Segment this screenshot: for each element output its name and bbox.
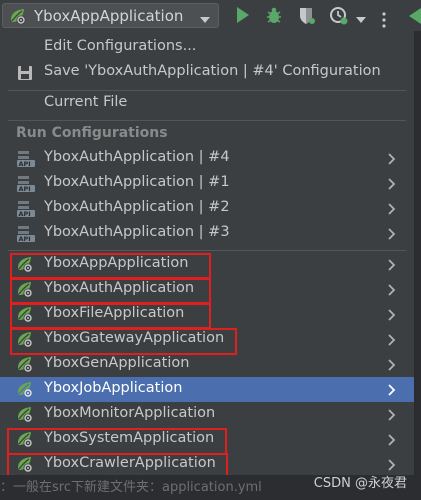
chevron-right-icon (388, 384, 396, 400)
coverage-icon[interactable] (298, 6, 316, 30)
more-actions-icon[interactable] (382, 12, 386, 32)
api-config-icon: API (16, 200, 36, 222)
menu-item-label: Edit Configurations... (44, 38, 197, 54)
spring-boot-icon (16, 381, 34, 402)
menu-item-spring-config[interactable]: YboxGenApplication (0, 352, 414, 377)
menu-item-label: Save 'YboxAuthApplication | #4' Configur… (44, 63, 381, 79)
chevron-right-icon (388, 153, 396, 169)
menu-item-api-config[interactable]: API YboxAuthApplication | #2 (0, 196, 414, 221)
menu-item-label: YboxJobApplication (44, 380, 183, 396)
api-config-icon: API (16, 150, 36, 172)
svg-text:API: API (19, 160, 31, 168)
menu-item-current-file[interactable]: Current File (0, 91, 414, 116)
svg-text:API: API (19, 185, 31, 193)
menu-item-save-configuration[interactable]: Save 'YboxAuthApplication | #4' Configur… (0, 60, 414, 85)
spring-boot-icon (9, 8, 27, 29)
editor-background (414, 31, 421, 475)
toolbar: YboxAppApplication (0, 0, 421, 32)
chevron-right-icon (388, 359, 396, 375)
chevron-right-icon (388, 178, 396, 194)
build-icon[interactable] (409, 8, 421, 28)
api-config-icon: API (16, 225, 36, 247)
chevron-right-icon (388, 203, 396, 219)
highlight-box (10, 303, 211, 329)
chevron-right-icon (388, 334, 396, 350)
run-config-selector[interactable]: YboxAppApplication (2, 3, 219, 28)
dropdown-caret-icon[interactable] (356, 12, 366, 28)
chevron-right-icon (388, 284, 396, 300)
section-header-run-configurations: Run Configurations (16, 125, 168, 141)
menu-item-label: YboxGenApplication (44, 355, 190, 371)
menu-item-label: YboxAuthApplication | #2 (44, 199, 230, 215)
menu-item-label: Current File (44, 94, 128, 110)
menu-item-spring-config[interactable]: YboxMonitorApplication (0, 402, 414, 427)
menu-item-label: YboxAuthApplication | #3 (44, 224, 230, 240)
chevron-right-icon (388, 434, 396, 450)
chevron-down-icon (200, 12, 210, 28)
chevron-right-icon (388, 259, 396, 275)
highlight-box (10, 253, 211, 279)
menu-item-label: YboxAuthApplication | #4 (44, 149, 230, 165)
menu-item-label: YboxMonitorApplication (44, 405, 216, 421)
highlight-box (10, 278, 211, 304)
spring-boot-icon (16, 356, 34, 377)
menu-item-api-config[interactable]: API YboxAuthApplication | #3 (0, 221, 414, 246)
save-icon (17, 65, 33, 85)
spring-boot-icon (16, 406, 34, 427)
chevron-right-icon (388, 309, 396, 325)
menu-item-api-config[interactable]: API YboxAuthApplication | #4 (0, 146, 414, 171)
menu-item-edit-configurations[interactable]: Edit Configurations... (0, 35, 414, 60)
chevron-right-icon (388, 409, 396, 425)
run-icon[interactable] (236, 6, 250, 28)
underlying-text: ：一般在src下新建文件夹：application.yml (0, 480, 262, 495)
run-config-popup: Edit Configurations... Save 'YboxAuthApp… (0, 31, 415, 479)
separator (8, 250, 406, 251)
menu-item-spring-config-selected[interactable]: YboxJobApplication (0, 377, 414, 402)
debug-icon[interactable] (264, 6, 284, 30)
svg-text:API: API (19, 210, 31, 218)
separator (8, 120, 406, 121)
menu-item-label: YboxAuthApplication | #1 (44, 174, 230, 190)
svg-text:API: API (19, 235, 31, 243)
profile-icon[interactable] (329, 6, 349, 30)
api-config-icon: API (16, 175, 36, 197)
watermark: CSDN @永夜君 (313, 476, 407, 491)
run-config-name: YboxAppApplication (34, 7, 184, 25)
menu-item-api-config[interactable]: API YboxAuthApplication | #1 (0, 171, 414, 196)
highlight-box (7, 428, 227, 455)
highlight-box (10, 328, 237, 355)
chevron-right-icon (388, 228, 396, 244)
